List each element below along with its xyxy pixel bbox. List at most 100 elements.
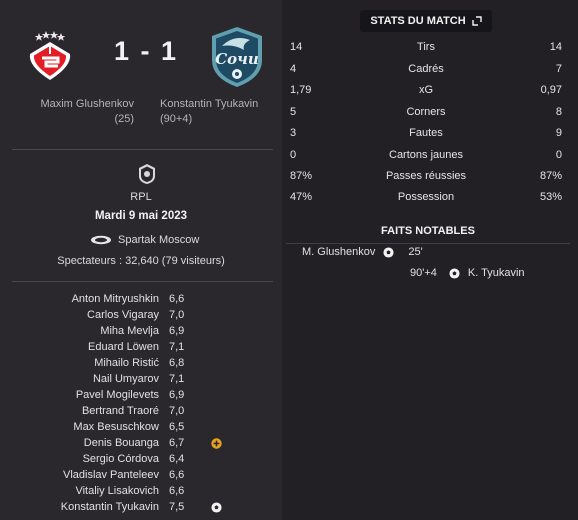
player-name[interactable]: Nail Umyarov (93, 373, 159, 385)
player-rating: 7,1 (169, 341, 185, 353)
player-rating: 6,6 (169, 469, 185, 481)
player-rating-row[interactable]: Miha Mevlja 6,9 (0, 325, 282, 341)
divider (12, 149, 273, 150)
player-ratings-list: Anton Mitryushkin 6,6 Carlos Vigaray 7,0 Mih… (0, 293, 282, 517)
player-rating-row[interactable]: Carlos Vigaray 7,0 (0, 309, 282, 325)
player-rating-row[interactable]: Pavel Mogilevets 6,9 (0, 389, 282, 405)
stat-label: Possession (397, 191, 455, 203)
stat-away-value: 0 (555, 149, 562, 161)
venue[interactable]: Spartak Moscow (90, 233, 199, 247)
stadium-name: Spartak Moscow (118, 234, 200, 246)
player-rating-row[interactable]: Denis Bouanga 6,7 (0, 437, 282, 453)
stat-label: Fautes (409, 127, 443, 139)
away-scorer-minute: (90+4) (160, 113, 193, 125)
stat-away-value: 9 (555, 127, 562, 139)
away-scorer-name[interactable]: Konstantin Tyukavin (160, 97, 275, 112)
football-icon (211, 502, 222, 513)
stat-label: xG (418, 84, 434, 96)
stat-row: 0 Cartons jaunes 0 (290, 149, 562, 165)
sochi-crest-text: Сочи (215, 50, 259, 68)
player-name[interactable]: Konstantin Tyukavin (61, 501, 159, 513)
stat-away-value: 14 (549, 41, 562, 53)
player-rating-row[interactable]: Nail Umyarov 7,1 (0, 373, 282, 389)
stat-row: 4 Cadrés 7 (290, 63, 562, 79)
stat-row: 5 Corners 8 (290, 106, 562, 122)
player-name[interactable]: Vladislav Panteleev (63, 469, 159, 481)
player-rating: 6,6 (169, 293, 185, 305)
notable-event-away[interactable]: 90'+4 K. Tyukavin (410, 265, 525, 281)
player-name[interactable]: Sergio Córdova (83, 453, 159, 465)
notable-event-home[interactable]: M. Glushenkov 25' (302, 244, 423, 260)
player-rating-row[interactable]: Eduard Löwen 7,1 (0, 341, 282, 357)
player-name[interactable]: Miha Mevlja (100, 325, 159, 337)
player-rating-row[interactable]: Vitaliy Lisakovich 6,6 (0, 485, 282, 501)
player-name[interactable]: Denis Bouanga (84, 437, 159, 449)
football-icon (449, 267, 460, 279)
player-rating: 6,9 (169, 325, 185, 337)
expand-icon[interactable] (471, 16, 482, 26)
stat-away-value: 87% (539, 170, 562, 182)
player-rating: 7,1 (169, 373, 185, 385)
attendance: Spectateurs : 32,640 (79 visiteurs) (57, 255, 225, 267)
player-name[interactable]: Bertrand Traoré (82, 405, 159, 417)
competition-name[interactable]: RPL (0, 191, 282, 203)
stat-away-value: 7 (555, 63, 562, 75)
player-name[interactable]: Anton Mitryushkin (72, 293, 159, 305)
event-player[interactable]: K. Tyukavin (468, 267, 525, 279)
away-goalscorers: Konstantin Tyukavin (90+4) (160, 97, 275, 127)
home-scorer-minute: (25) (114, 113, 134, 125)
player-name[interactable]: Vitaliy Lisakovich (75, 485, 159, 497)
spartak-crest-icon[interactable] (22, 28, 78, 84)
match-stats-header-button[interactable]: STATS DU MATCH (360, 10, 492, 32)
player-rating-row[interactable]: Konstantin Tyukavin 7,5 (0, 501, 282, 517)
player-rating-row[interactable]: Bertrand Traoré 7,0 (0, 405, 282, 421)
player-rating: 6,8 (169, 357, 185, 369)
home-scorer-name[interactable]: Maxim Glushenkov (20, 97, 134, 112)
player-name[interactable]: Eduard Löwen (88, 341, 159, 353)
stat-row: 47% Possession 53% (290, 191, 562, 207)
stat-away-value: 8 (555, 106, 562, 118)
match-summary-panel: 1 - 1 Сочи Maxim Glushenkov (25) Konstan… (0, 0, 282, 520)
match-stats-title: STATS DU MATCH (370, 15, 466, 27)
stadium-icon (91, 235, 111, 245)
stat-label: Tirs (417, 41, 435, 53)
player-rating-row[interactable]: Max Besuschkow 6,5 (0, 421, 282, 437)
stat-away-value: 53% (539, 191, 562, 203)
player-name[interactable]: Pavel Mogilevets (76, 389, 159, 401)
player-name[interactable]: Max Besuschkow (73, 421, 159, 433)
player-rating: 7,0 (169, 405, 185, 417)
event-minute: 90'+4 (410, 267, 437, 279)
stat-label: Passes réussies (385, 170, 467, 182)
football-icon (383, 246, 394, 258)
player-rating-row[interactable]: Vladislav Panteleev 6,6 (0, 469, 282, 485)
player-rating: 6,6 (169, 485, 185, 497)
player-rating: 6,7 (169, 437, 185, 449)
divider (12, 281, 273, 282)
player-rating-row[interactable]: Mihailo Ristić 6,8 (0, 357, 282, 373)
stat-row: 3 Fautes 9 (290, 127, 562, 143)
rpl-logo-icon[interactable] (137, 163, 157, 185)
event-minute: 25' (408, 246, 423, 258)
player-name[interactable]: Carlos Vigaray (87, 309, 159, 321)
stat-away-value: 0,97 (540, 84, 562, 96)
event-player[interactable]: M. Glushenkov (302, 246, 375, 258)
stat-label: Cartons jaunes (389, 149, 463, 161)
player-rating: 7,5 (169, 501, 185, 513)
stat-label: Cadrés (408, 63, 444, 75)
player-rating: 7,0 (169, 309, 185, 321)
player-name[interactable]: Mihailo Ristić (94, 357, 159, 369)
stat-label: Corners (406, 106, 446, 118)
sochi-crest-icon[interactable]: Сочи (204, 24, 270, 90)
notable-events-title: FAITS NOTABLES (286, 224, 570, 244)
player-rating: 6,5 (169, 421, 185, 433)
stat-row: 1,79 xG 0,97 (290, 84, 562, 100)
player-rating-row[interactable]: Anton Mitryushkin 6,6 (0, 293, 282, 309)
stat-row: 14 Tirs 14 (290, 41, 562, 57)
player-rating: 6,9 (169, 389, 185, 401)
player-rating: 6,4 (169, 453, 185, 465)
substitution-icon (211, 438, 222, 449)
scoreboard: 1 - 1 Сочи Maxim Glushenkov (25) Konstan… (0, 0, 282, 140)
match-date: Mardi 9 mai 2023 (94, 210, 188, 222)
player-rating-row[interactable]: Sergio Córdova 6,4 (0, 453, 282, 469)
stat-row: 87% Passes réussies 87% (290, 170, 562, 186)
